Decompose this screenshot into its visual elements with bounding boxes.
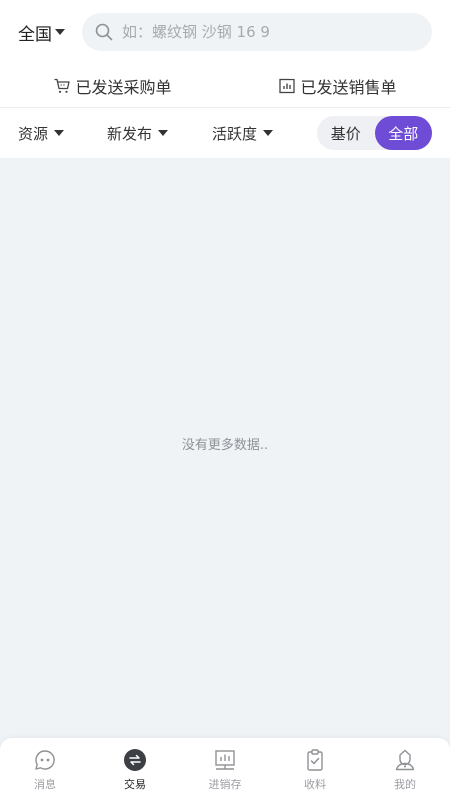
- inventory-icon: [215, 750, 235, 770]
- sent-purchase-link[interactable]: 已发送采购单: [0, 74, 225, 98]
- search-box[interactable]: [82, 13, 432, 51]
- price-toggle: 基价 全部: [317, 116, 432, 150]
- sent-sales-link[interactable]: 已发送销售单: [225, 74, 450, 98]
- sent-purchase-label: 已发送采购单: [75, 77, 172, 97]
- region-selector[interactable]: 全国: [18, 20, 78, 45]
- empty-message: 没有更多数据..: [181, 438, 269, 453]
- toggle-all[interactable]: 全部: [374, 116, 432, 150]
- content-area: 没有更多数据..: [0, 158, 450, 740]
- top-bar: 全国 已发送采购单: [0, 0, 450, 158]
- tab-messages-label: 消息: [34, 778, 56, 791]
- filter-activity[interactable]: 活跃度: [212, 123, 317, 144]
- tab-receiving[interactable]: 收料: [270, 738, 360, 800]
- tab-inventory-label: 进销存: [208, 778, 242, 791]
- sent-orders-row: 已发送采购单 已发送销售单: [0, 64, 450, 108]
- toggle-base-price[interactable]: 基价: [317, 116, 375, 150]
- clipboard-icon: [307, 749, 323, 771]
- message-icon: [35, 750, 55, 770]
- tab-profile[interactable]: 我的: [360, 738, 450, 800]
- filter-new-release-label: 新发布: [107, 124, 153, 143]
- user-icon: [395, 749, 415, 771]
- filter-row: 资源 新发布 活跃度 基价 全部: [0, 108, 450, 158]
- caret-down-icon: [263, 130, 274, 136]
- search-row: 全国: [0, 0, 450, 64]
- filter-resource-label: 资源: [18, 124, 49, 143]
- bottom-tab-bar: 消息 交易 进销存 收料 我的: [0, 738, 450, 800]
- tab-receiving-label: 收料: [304, 778, 326, 791]
- tab-trade[interactable]: 交易: [90, 738, 180, 800]
- caret-down-icon: [54, 130, 65, 136]
- filter-resource[interactable]: 资源: [18, 123, 107, 144]
- search-input[interactable]: [122, 23, 402, 41]
- sent-sales-label: 已发送销售单: [300, 77, 397, 97]
- tab-inventory[interactable]: 进销存: [180, 738, 270, 800]
- tab-profile-label: 我的: [394, 778, 416, 791]
- caret-down-icon: [55, 29, 65, 35]
- tab-messages[interactable]: 消息: [0, 738, 90, 800]
- cart-icon: [54, 78, 71, 93]
- caret-down-icon: [158, 130, 169, 136]
- filter-new-release[interactable]: 新发布: [107, 123, 212, 144]
- tab-trade-label: 交易: [124, 778, 146, 791]
- trade-icon: [124, 749, 146, 771]
- filter-activity-label: 活跃度: [212, 124, 258, 143]
- region-label: 全国: [18, 24, 52, 45]
- chart-icon: [279, 76, 296, 93]
- search-icon: [95, 23, 113, 41]
